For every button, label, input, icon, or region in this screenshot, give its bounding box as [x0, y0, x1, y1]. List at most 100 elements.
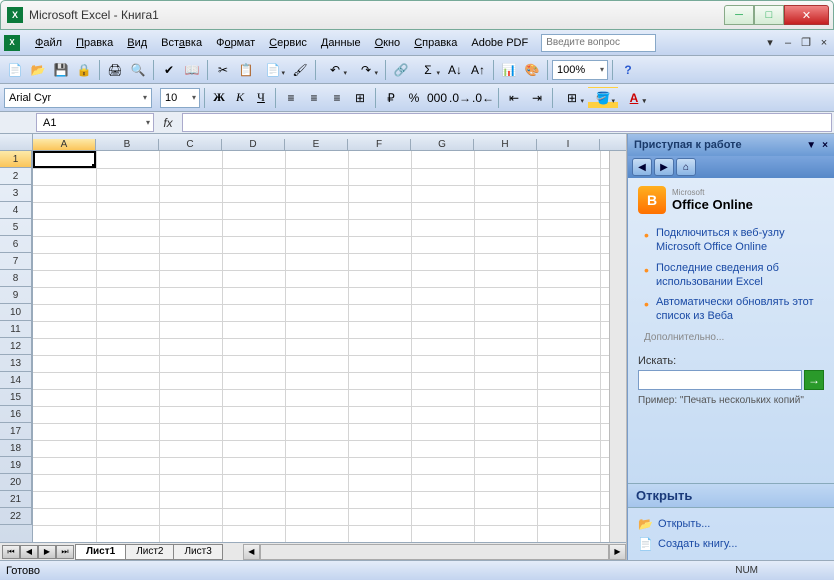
- row-header-4[interactable]: 4: [0, 202, 32, 219]
- redo-icon[interactable]: ↷: [351, 59, 381, 81]
- row-header-3[interactable]: 3: [0, 185, 32, 202]
- task-pane-home-icon[interactable]: ⌂: [676, 158, 696, 176]
- borders-icon[interactable]: ⊞: [557, 87, 587, 109]
- decrease-decimal-icon[interactable]: .0←: [472, 87, 494, 109]
- doc-restore-button[interactable]: ❐: [800, 37, 812, 49]
- row-header-9[interactable]: 9: [0, 287, 32, 304]
- row-header-6[interactable]: 6: [0, 236, 32, 253]
- menu-правка[interactable]: Правка: [69, 34, 120, 52]
- zoom-select[interactable]: 100%: [552, 60, 608, 80]
- row-header-7[interactable]: 7: [0, 253, 32, 270]
- underline-button[interactable]: Ч: [251, 88, 271, 108]
- vertical-scrollbar[interactable]: [609, 151, 626, 542]
- col-header-G[interactable]: G: [411, 139, 474, 150]
- customize-dropdown-icon[interactable]: ▾: [764, 37, 776, 49]
- new-workbook-link[interactable]: 📄Создать книгу...: [638, 534, 824, 554]
- menu-окно[interactable]: Окно: [368, 34, 408, 52]
- fx-label[interactable]: fx: [154, 116, 182, 130]
- doc-minimize-button[interactable]: –: [782, 37, 794, 49]
- name-box[interactable]: A1: [36, 113, 154, 132]
- percent-icon[interactable]: %: [403, 87, 425, 109]
- font-size-select[interactable]: 10: [160, 88, 200, 108]
- open-file-icon[interactable]: 📂: [27, 59, 49, 81]
- menu-вставка[interactable]: Вставка: [154, 34, 209, 52]
- sort-asc-icon[interactable]: A↓: [444, 59, 466, 81]
- menu-вид[interactable]: Вид: [120, 34, 154, 52]
- align-right-icon[interactable]: ≡: [326, 87, 348, 109]
- chart-wizard-icon[interactable]: 📊: [498, 59, 520, 81]
- menu-данные[interactable]: Данные: [314, 34, 368, 52]
- task-pane-close-icon[interactable]: ×: [822, 140, 828, 151]
- row-header-8[interactable]: 8: [0, 270, 32, 287]
- menu-файл[interactable]: Файл: [28, 34, 69, 52]
- new-file-icon[interactable]: 📄: [4, 59, 26, 81]
- row-header-10[interactable]: 10: [0, 304, 32, 321]
- print-preview-icon[interactable]: 🔍: [127, 59, 149, 81]
- col-header-C[interactable]: C: [159, 139, 222, 150]
- task-pane-forward-icon[interactable]: ▶: [654, 158, 674, 176]
- col-header-F[interactable]: F: [348, 139, 411, 150]
- increase-indent-icon[interactable]: ⇥: [526, 87, 548, 109]
- task-pane-link-0[interactable]: Подключиться к веб-узлу Microsoft Office…: [656, 226, 824, 255]
- open-file-link[interactable]: 📂Открыть...: [638, 514, 824, 534]
- row-header-13[interactable]: 13: [0, 355, 32, 372]
- doc-close-button[interactable]: ×: [818, 37, 830, 49]
- row-header-15[interactable]: 15: [0, 389, 32, 406]
- excel-doc-icon[interactable]: X: [4, 35, 20, 51]
- align-left-icon[interactable]: ≡: [280, 87, 302, 109]
- row-header-12[interactable]: 12: [0, 338, 32, 355]
- fill-color-icon[interactable]: 🪣: [588, 87, 618, 109]
- row-header-17[interactable]: 17: [0, 423, 32, 440]
- row-header-20[interactable]: 20: [0, 474, 32, 491]
- task-pane-link-1[interactable]: Последние сведения об использовании Exce…: [656, 261, 824, 290]
- row-header-21[interactable]: 21: [0, 491, 32, 508]
- italic-button[interactable]: К: [230, 88, 250, 108]
- copy-icon[interactable]: 📋: [235, 59, 257, 81]
- task-pane-search-go-button[interactable]: →: [804, 370, 824, 390]
- permissions-icon[interactable]: 🔒: [73, 59, 95, 81]
- col-header-B[interactable]: B: [96, 139, 159, 150]
- autosum-icon[interactable]: Σ: [413, 59, 443, 81]
- increase-decimal-icon[interactable]: .0→: [449, 87, 471, 109]
- maximize-button[interactable]: □: [754, 5, 784, 25]
- currency-icon[interactable]: ₽: [380, 87, 402, 109]
- col-header-D[interactable]: D: [222, 139, 285, 150]
- col-header-A[interactable]: A: [33, 139, 96, 150]
- row-header-11[interactable]: 11: [0, 321, 32, 338]
- cell-grid[interactable]: [33, 151, 609, 542]
- formula-bar-input[interactable]: [182, 113, 832, 132]
- task-pane-more-link[interactable]: Дополнительно...: [644, 332, 824, 343]
- task-pane-back-icon[interactable]: ◀: [632, 158, 652, 176]
- align-center-icon[interactable]: ≡: [303, 87, 325, 109]
- font-color-icon[interactable]: A: [619, 87, 649, 109]
- hyperlink-icon[interactable]: 🔗: [390, 59, 412, 81]
- row-header-19[interactable]: 19: [0, 457, 32, 474]
- row-header-14[interactable]: 14: [0, 372, 32, 389]
- select-all-corner[interactable]: [0, 134, 33, 150]
- undo-icon[interactable]: ↶: [320, 59, 350, 81]
- row-header-16[interactable]: 16: [0, 406, 32, 423]
- spellcheck-icon[interactable]: ✔: [158, 59, 180, 81]
- row-header-2[interactable]: 2: [0, 168, 32, 185]
- task-pane-search-input[interactable]: [638, 370, 802, 390]
- paste-icon[interactable]: 📄: [258, 59, 288, 81]
- decrease-indent-icon[interactable]: ⇤: [503, 87, 525, 109]
- sort-desc-icon[interactable]: A↑: [467, 59, 489, 81]
- menu-adobe pdf[interactable]: Adobe PDF: [464, 34, 535, 52]
- bold-button[interactable]: Ж: [209, 88, 229, 108]
- merge-center-icon[interactable]: ⊞: [349, 87, 371, 109]
- font-name-select[interactable]: Arial Cyr: [4, 88, 152, 108]
- save-icon[interactable]: 💾: [50, 59, 72, 81]
- print-icon[interactable]: 🖨: [104, 59, 126, 81]
- format-painter-icon[interactable]: 🖌: [289, 59, 311, 81]
- col-header-I[interactable]: I: [537, 139, 600, 150]
- col-header-E[interactable]: E: [285, 139, 348, 150]
- drawing-icon[interactable]: 🎨: [521, 59, 543, 81]
- cut-icon[interactable]: ✂: [212, 59, 234, 81]
- help-search-input[interactable]: [541, 34, 656, 52]
- help-icon[interactable]: ?: [617, 59, 639, 81]
- row-header-22[interactable]: 22: [0, 508, 32, 525]
- comma-style-icon[interactable]: 000: [426, 87, 448, 109]
- menu-сервис[interactable]: Сервис: [262, 34, 314, 52]
- row-header-1[interactable]: 1: [0, 151, 32, 168]
